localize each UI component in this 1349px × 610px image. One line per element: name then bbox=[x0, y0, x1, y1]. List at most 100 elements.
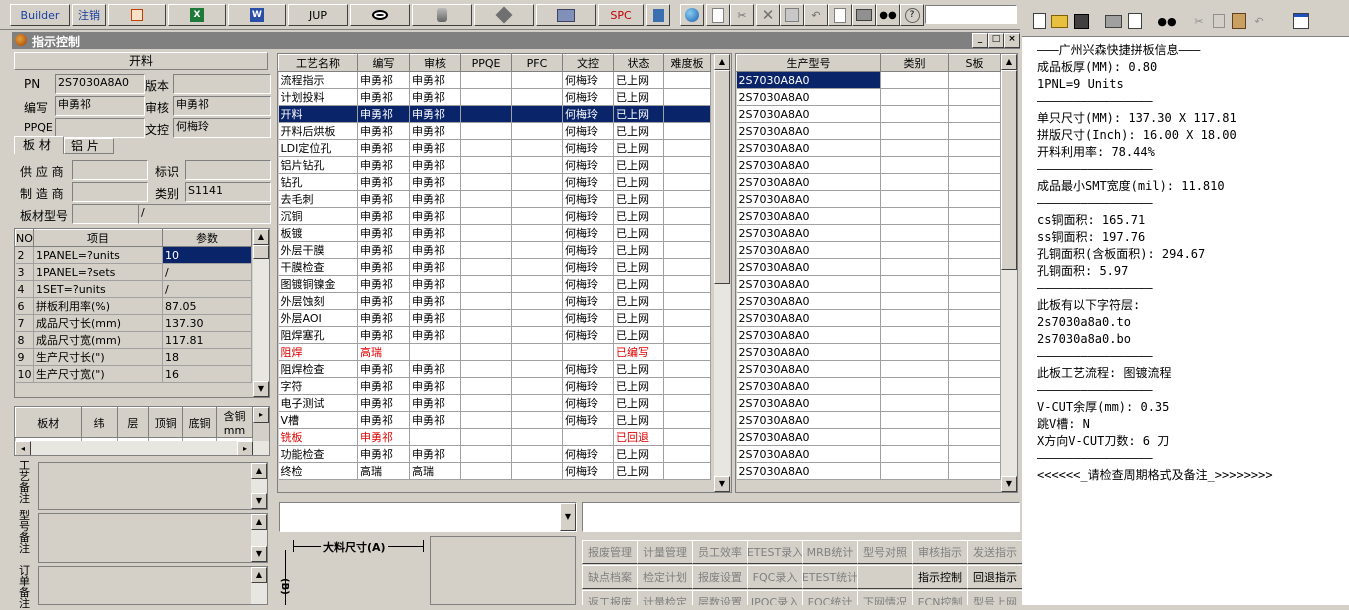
process-row[interactable]: 终检 高瑞 高瑞 何梅玲 已上网 bbox=[278, 462, 711, 480]
model-number[interactable]: 2S7030A8A0 bbox=[736, 241, 881, 259]
find-text-button[interactable]: ●● bbox=[1157, 12, 1176, 30]
model-row[interactable]: 2S7030A8A0 bbox=[736, 377, 1001, 395]
process-row[interactable]: 铣板 申勇祁 已回退 bbox=[278, 428, 711, 446]
save-button[interactable] bbox=[780, 4, 804, 26]
model-row[interactable]: 2S7030A8A0 bbox=[736, 224, 1001, 242]
scroll-down-icon[interactable]: ▼ bbox=[714, 476, 730, 492]
model-number[interactable]: 2S7030A8A0 bbox=[736, 445, 881, 463]
process-row[interactable]: 图镀铜镍金 申勇祁 申勇祁 何梅玲 已上网 bbox=[278, 275, 711, 293]
model-row[interactable]: 2S7030A8A0 bbox=[736, 411, 1001, 429]
model-number[interactable]: 2S7030A8A0 bbox=[736, 173, 881, 191]
process-name[interactable]: 开料后烘板 bbox=[278, 122, 358, 140]
process-name[interactable]: 外层干膜 bbox=[278, 241, 358, 259]
model-col-2[interactable]: S板 bbox=[948, 54, 1001, 72]
function-button[interactable]: 回退指示 bbox=[967, 565, 1022, 589]
param-row[interactable]: 9 生产尺寸长(") 18 bbox=[15, 348, 252, 366]
scroll-thumb[interactable] bbox=[714, 70, 730, 284]
open-folder-button[interactable] bbox=[1050, 12, 1068, 30]
model-row[interactable]: 2S7030A8A0 bbox=[736, 360, 1001, 378]
model-note-box[interactable]: ▲ ▼ bbox=[38, 513, 268, 563]
process-name[interactable]: 板镀 bbox=[278, 224, 358, 242]
process-col-1[interactable]: 编写 bbox=[357, 54, 410, 72]
function-button[interactable]: 缺点档案 bbox=[582, 565, 638, 589]
process-col-2[interactable]: 审核 bbox=[409, 54, 461, 72]
undo-text-button[interactable]: ↶ bbox=[1250, 12, 1268, 30]
process-row[interactable]: 阻焊检查 申勇祁 申勇祁 何梅玲 已上网 bbox=[278, 360, 711, 378]
model-number[interactable]: 2S7030A8A0 bbox=[736, 411, 881, 429]
process-name[interactable]: 电子测试 bbox=[278, 394, 358, 412]
model-number[interactable]: 2S7030A8A0 bbox=[736, 360, 881, 378]
powerpoint-button[interactable] bbox=[108, 4, 166, 26]
process-row[interactable]: 流程指示 申勇祁 申勇祁 何梅玲 已上网 bbox=[278, 71, 711, 89]
process-row[interactable]: 钻孔 申勇祁 申勇祁 何梅玲 已上网 bbox=[278, 173, 711, 191]
scroll-thumb[interactable] bbox=[253, 245, 269, 259]
param-value[interactable]: 18 bbox=[162, 348, 252, 366]
scroll-down-icon[interactable]: ▼ bbox=[253, 381, 269, 397]
process-row[interactable]: 开料后烘板 申勇祁 申勇祁 何梅玲 已上网 bbox=[278, 122, 711, 140]
cut-button[interactable]: ✂ bbox=[730, 4, 754, 26]
scroll-up-icon[interactable]: ▲ bbox=[251, 514, 267, 530]
function-button[interactable]: 员工效率 bbox=[692, 540, 748, 564]
material-col-1[interactable]: 纬 bbox=[80, 407, 118, 438]
process-row[interactable]: LDI定位孔 申勇祁 申勇祁 何梅玲 已上网 bbox=[278, 139, 711, 157]
process-name[interactable]: 图镀铜镍金 bbox=[278, 275, 358, 293]
scroll-thumb[interactable] bbox=[1001, 70, 1017, 270]
process-name[interactable]: 钻孔 bbox=[278, 173, 358, 191]
model-row[interactable]: 2S7030A8A0 bbox=[736, 258, 1001, 276]
material-col-4[interactable]: 底铜 bbox=[182, 407, 217, 438]
process-name[interactable]: 铣板 bbox=[278, 428, 358, 446]
process-row[interactable]: 字符 申勇祁 申勇祁 何梅玲 已上网 bbox=[278, 377, 711, 395]
process-col-7[interactable]: 难度板 bbox=[663, 54, 711, 72]
model-col-1[interactable]: 类别 bbox=[880, 54, 949, 72]
model-row[interactable]: 2S7030A8A0 bbox=[736, 343, 1001, 361]
process-name[interactable]: 沉铜 bbox=[278, 207, 358, 225]
param-value[interactable]: 87.05 bbox=[162, 297, 252, 315]
globe-button[interactable] bbox=[680, 4, 704, 26]
scroll-right-icon[interactable]: ▸ bbox=[253, 407, 269, 423]
scroll-down-icon[interactable]: ▼ bbox=[251, 493, 267, 509]
model-number[interactable]: 2S7030A8A0 bbox=[736, 207, 881, 225]
function-button[interactable]: IPQC录入 bbox=[747, 590, 803, 605]
process-row[interactable]: 外层蚀刻 申勇祁 申勇祁 何梅玲 已上网 bbox=[278, 292, 711, 310]
info-text[interactable]: ———广州兴森快捷拼板信息——— 成品板厚(MM): 0.80 1PNL=9 Uni… bbox=[1037, 42, 1273, 484]
model-number[interactable]: 2S7030A8A0 bbox=[736, 139, 881, 157]
model-row[interactable]: 2S7030A8A0 bbox=[736, 292, 1001, 310]
date-insert-button[interactable] bbox=[1292, 12, 1310, 30]
word-button[interactable]: W bbox=[228, 4, 286, 26]
delete-button[interactable]: ✕ bbox=[756, 4, 780, 26]
model-number[interactable]: 2S7030A8A0 bbox=[736, 190, 881, 208]
print-file-button[interactable] bbox=[1104, 12, 1122, 30]
board-model-field-2[interactable]: / bbox=[138, 204, 271, 224]
process-col-4[interactable]: PFC bbox=[511, 54, 563, 72]
new-doc-button[interactable] bbox=[706, 4, 730, 26]
database-button[interactable] bbox=[412, 4, 472, 26]
view-button[interactable] bbox=[350, 4, 410, 26]
function-button[interactable]: 指示控制 bbox=[912, 565, 968, 589]
function-button[interactable]: FQC统计 bbox=[802, 590, 858, 605]
process-row[interactable]: 外层干膜 申勇祁 申勇祁 何梅玲 已上网 bbox=[278, 241, 711, 259]
calculator-button[interactable] bbox=[646, 4, 670, 26]
process-row[interactable]: 去毛刺 申勇祁 申勇祁 何梅玲 已上网 bbox=[278, 190, 711, 208]
function-button[interactable]: 检定计划 bbox=[637, 565, 693, 589]
function-button[interactable]: FQC录入 bbox=[747, 565, 803, 589]
model-row[interactable]: 2S7030A8A0 bbox=[736, 190, 1001, 208]
function-button[interactable] bbox=[857, 565, 913, 589]
param-row[interactable]: 6 拼板利用率(%) 87.05 bbox=[15, 297, 252, 315]
process-row[interactable]: 开料 申勇祁 申勇祁 何梅玲 已上网 bbox=[278, 105, 711, 123]
toolbar-combo[interactable] bbox=[925, 5, 1017, 24]
copy-text-button[interactable] bbox=[1210, 12, 1228, 30]
function-button[interactable]: 计量检定 bbox=[637, 590, 693, 605]
model-row[interactable]: 2S7030A8A0 bbox=[736, 309, 1001, 327]
function-button[interactable]: 下网情况 bbox=[857, 590, 913, 605]
process-row[interactable]: 沉铜 申勇祁 申勇祁 何梅玲 已上网 bbox=[278, 207, 711, 225]
function-button[interactable]: ECN控制 bbox=[912, 590, 968, 605]
model-number[interactable]: 2S7030A8A0 bbox=[736, 394, 881, 412]
process-name[interactable]: 终检 bbox=[278, 462, 358, 480]
process-name[interactable]: 外层蚀刻 bbox=[278, 292, 358, 310]
scroll-right-icon[interactable]: ▸ bbox=[237, 441, 253, 455]
cut-text-button[interactable]: ✂ bbox=[1190, 12, 1208, 30]
find-button[interactable]: ●● bbox=[876, 4, 900, 26]
builder-button[interactable]: Builder bbox=[10, 4, 70, 26]
close-button[interactable]: × bbox=[1004, 33, 1020, 48]
maker-field[interactable] bbox=[72, 182, 148, 202]
